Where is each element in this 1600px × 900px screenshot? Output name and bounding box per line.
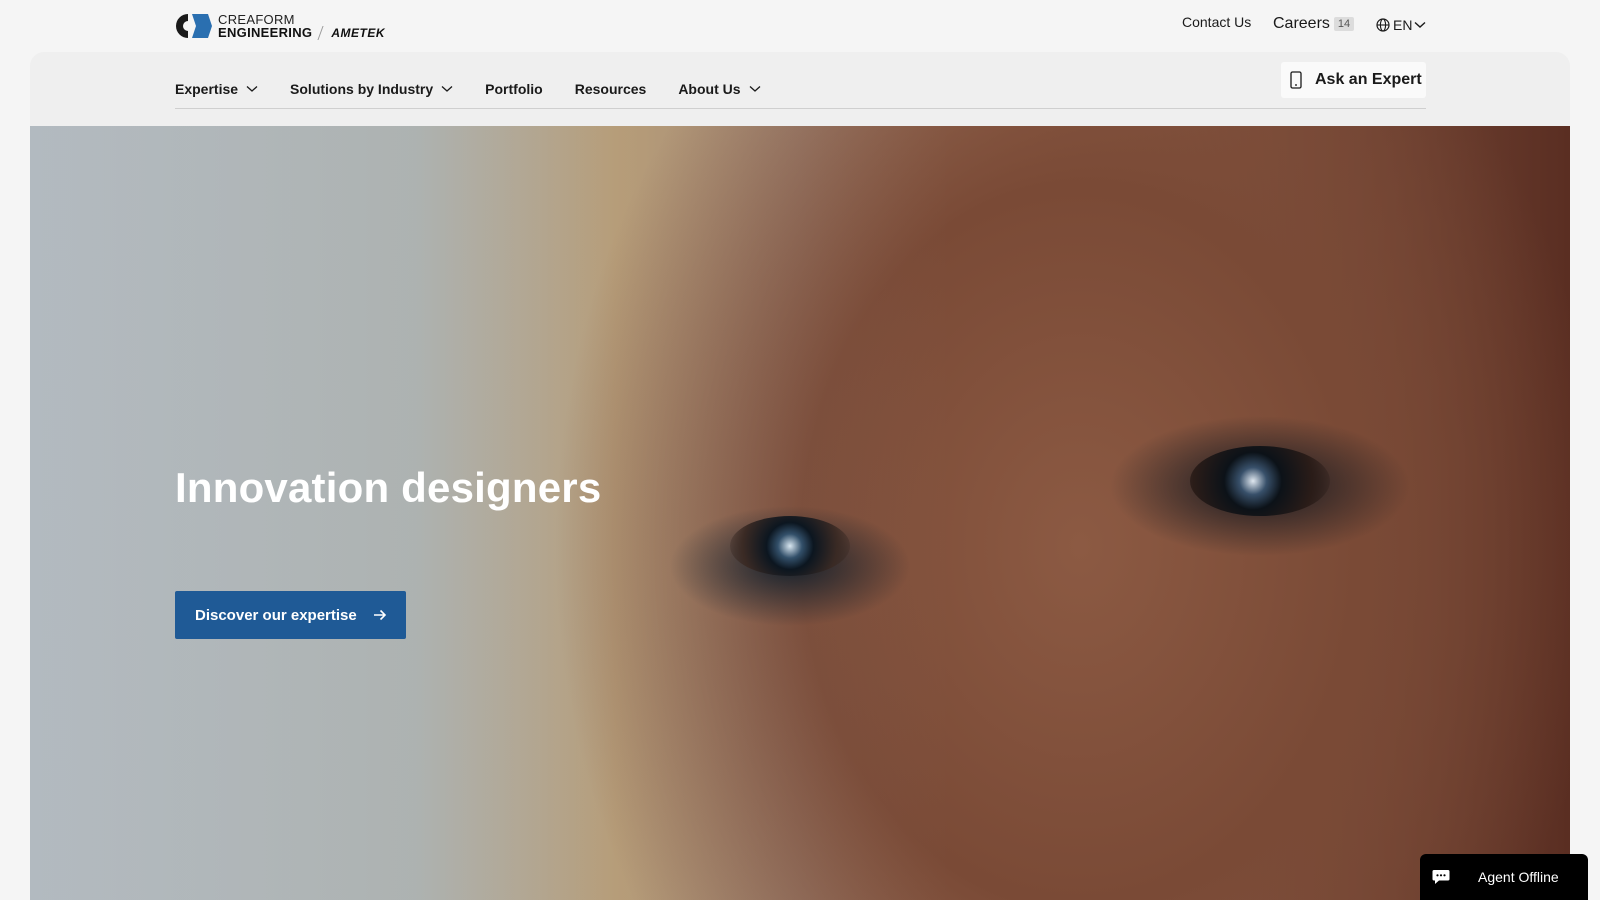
- nav-item-label: Resources: [574, 81, 647, 97]
- careers-link[interactable]: Careers 14: [1273, 15, 1355, 33]
- nav-item-solutions-by-industry[interactable]: Solutions by Industry: [290, 81, 453, 97]
- chat-bubble-icon: [1432, 870, 1450, 884]
- partner-logo: AMETEK: [331, 26, 385, 40]
- brand-logo[interactable]: CREAFORM ENGINEERING AMETEK: [174, 11, 385, 41]
- hero-banner: Innovation designers Discover our expert…: [30, 126, 1570, 900]
- creaform-logo-icon: [174, 12, 212, 40]
- chevron-down-icon: [441, 86, 453, 92]
- careers-count-badge: 14: [1333, 17, 1355, 31]
- ask-an-expert-button[interactable]: Ask an Expert: [1281, 62, 1426, 98]
- hero-image-detail: [730, 516, 850, 576]
- brand-line2: ENGINEERING: [218, 25, 313, 40]
- nav-item-about-us[interactable]: About Us: [678, 81, 760, 97]
- chevron-down-icon: [749, 86, 760, 92]
- cta-label: Discover our expertise: [195, 606, 357, 624]
- nav-item-label: Portfolio: [485, 81, 543, 97]
- globe-icon: [1376, 18, 1390, 32]
- brand-wordmark: CREAFORM ENGINEERING: [218, 13, 312, 39]
- main-nav: Expertise Solutions by Industry Portfoli…: [175, 79, 793, 99]
- contact-us-label: Contact Us: [1182, 14, 1252, 30]
- chat-status-label: Agent Offline: [1478, 869, 1559, 885]
- ask-an-expert-label: Ask an Expert: [1315, 71, 1422, 88]
- nav-item-expertise[interactable]: Expertise: [175, 81, 258, 97]
- hero-title: Innovation designers: [175, 464, 602, 511]
- mobile-phone-icon: [1290, 71, 1302, 89]
- arrow-right-icon: [373, 609, 386, 621]
- chevron-down-icon: [246, 86, 258, 92]
- chevron-down-icon: [1414, 21, 1426, 28]
- logo-divider: [317, 26, 324, 40]
- contact-us-link[interactable]: Contact Us: [1182, 14, 1251, 30]
- language-label: EN: [1393, 17, 1413, 33]
- chat-widget[interactable]: Agent Offline: [1420, 854, 1588, 900]
- nav-item-resources[interactable]: Resources: [575, 81, 647, 97]
- careers-label: Careers: [1273, 15, 1330, 32]
- nav-divider: [175, 108, 1426, 109]
- language-selector[interactable]: EN: [1376, 17, 1429, 33]
- nav-item-label: Solutions by Industry: [290, 81, 434, 97]
- hero-image-detail: [1190, 446, 1330, 516]
- nav-item-portfolio[interactable]: Portfolio: [485, 81, 543, 97]
- hero-image-overlay: [30, 126, 1570, 900]
- nav-item-label: About Us: [678, 81, 741, 97]
- discover-expertise-button[interactable]: Discover our expertise: [175, 591, 406, 639]
- nav-item-label: Expertise: [175, 81, 239, 97]
- top-utility-bar: CREAFORM ENGINEERING AMETEK Contact Us C…: [0, 0, 1600, 52]
